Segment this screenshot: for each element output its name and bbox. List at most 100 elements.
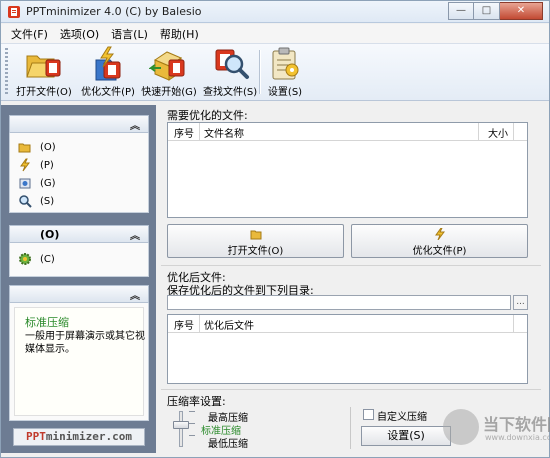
lightning-icon	[434, 228, 445, 240]
toolbar: 打开文件(O) 优化文件(P) 快速开始(G) 查找文件(S) 设置(S)	[1, 43, 549, 101]
find-magnifier-icon	[215, 49, 249, 79]
watermark-text: 当下软件园	[483, 415, 550, 434]
divider	[161, 265, 541, 266]
browse-folder-button[interactable]: ...	[513, 295, 528, 310]
menu-language[interactable]: 语言(L)	[111, 26, 148, 42]
sidebar-item-quickstart[interactable]: (G)	[18, 175, 56, 191]
open-file-button[interactable]: 打开文件(O)	[167, 224, 344, 258]
title-bar[interactable]: PPTminimizer 4.0 (C) by Balesio — □ ✕	[1, 1, 549, 23]
settings-tool-button[interactable]: 设置(S)	[265, 46, 305, 100]
logo-com: .com	[105, 430, 132, 443]
sidebar-item-label: (C)	[40, 253, 55, 265]
column-header-size[interactable]: 大小	[488, 125, 508, 140]
optimize-file-button-label: 优化文件(P)	[412, 246, 467, 257]
column-header-filename[interactable]: 文件名称	[204, 125, 244, 140]
options-section-header[interactable]: (O) ︽	[9, 225, 149, 243]
compression-label: 压缩率设置:	[167, 395, 226, 408]
logo-ppt: PPT	[26, 430, 46, 443]
menu-help[interactable]: 帮助(H)	[160, 26, 199, 42]
menu-options[interactable]: 选项(O)	[60, 26, 99, 42]
find-file-tool-button[interactable]: 查找文件(S)	[203, 46, 257, 100]
optimize-file-button[interactable]: 优化文件(P)	[351, 224, 528, 258]
actions-section-header[interactable]: ︽	[9, 115, 149, 133]
options-section-title: (O)	[40, 228, 60, 241]
sidebar-item-search[interactable]: (S)	[18, 193, 54, 209]
quick-start-icon	[19, 178, 31, 189]
open-folder-icon	[250, 230, 261, 240]
menu-bar: 文件(F) 选项(O) 语言(L) 帮助(H)	[1, 24, 549, 43]
close-button[interactable]: ✕	[500, 2, 543, 20]
list-header: 序号 文件名称 大小	[168, 123, 527, 141]
preset-description: 一般用于屏幕演示或其它视媒体显示。	[25, 331, 145, 355]
toolbar-grip[interactable]	[5, 48, 8, 96]
open-file-tool-button[interactable]: 打开文件(O)	[15, 46, 73, 100]
files-to-optimize-label: 需要优化的文件:	[167, 109, 248, 122]
sidebar-item-open[interactable]: (O)	[18, 139, 56, 155]
sidebar-item-compress[interactable]: (C)	[18, 251, 55, 267]
files-to-optimize-list[interactable]: 序号 文件名称 大小	[167, 122, 528, 218]
quick-start-tool-button[interactable]: 快速开始(G)	[141, 46, 197, 100]
quick-start-icon	[149, 51, 185, 81]
open-folder-icon	[18, 143, 31, 153]
column-divider[interactable]	[199, 123, 200, 141]
column-header-optimized-file[interactable]: 优化后文件	[204, 317, 254, 332]
settings-clipboard-icon	[272, 47, 299, 80]
custom-compression-checkbox[interactable]	[363, 409, 374, 420]
maximize-button[interactable]: □	[474, 2, 500, 20]
column-divider[interactable]	[513, 315, 514, 333]
optimized-files-list[interactable]: 序号 优化后文件	[167, 314, 528, 384]
collapse-chevron-icon[interactable]: ︽	[130, 227, 140, 242]
collapse-chevron-icon[interactable]: ︽	[130, 117, 140, 132]
level-lowest: 最低压缩	[208, 439, 248, 450]
list-header: 序号 优化后文件	[168, 315, 527, 333]
compression-slider-thumb[interactable]	[173, 421, 189, 429]
app-icon	[8, 6, 20, 18]
open-file-tool-label: 打开文件(O)	[16, 87, 72, 98]
sidebar-item-label: (P)	[40, 159, 54, 171]
column-header-index[interactable]: 序号	[174, 317, 194, 332]
sidebar-item-label: (G)	[40, 177, 56, 189]
task-sidebar: ︽ (O) (P) (G) (S) (O) ︽ (C) ︽ 标准压缩 一般用于屏…	[1, 105, 156, 453]
gear-icon	[19, 253, 31, 265]
custom-compression-label: 自定义压缩	[377, 412, 427, 423]
lightning-icon	[20, 158, 30, 172]
window-controls: — □ ✕	[448, 2, 543, 20]
watermark-url: www.downxia.com	[485, 433, 550, 442]
optimize-file-tool-label: 优化文件(P)	[81, 87, 135, 98]
minimize-button[interactable]: —	[448, 2, 474, 20]
find-file-tool-label: 查找文件(S)	[203, 87, 258, 98]
output-folder-field[interactable]	[167, 295, 511, 310]
app-window: PPTminimizer 4.0 (C) by Balesio — □ ✕ 文件…	[0, 0, 550, 458]
menu-file[interactable]: 文件(F)	[11, 26, 48, 42]
sidebar-item-optimize[interactable]: (P)	[18, 157, 54, 173]
compression-slider-track[interactable]	[179, 411, 183, 447]
column-header-index[interactable]: 序号	[174, 125, 194, 140]
optimize-file-tool-button[interactable]: 优化文件(P)	[79, 46, 137, 100]
watermark: 当下软件园 www.downxia.com	[443, 405, 550, 449]
options-section-body: (C)	[9, 243, 149, 277]
logo-minimizer: minimizer	[45, 430, 106, 443]
preset-section-body: 标准压缩 一般用于屏幕演示或其它视媒体显示。	[9, 303, 149, 421]
preset-section-header[interactable]: ︽	[9, 285, 149, 303]
optimize-bolt-icon	[95, 46, 121, 81]
column-divider[interactable]	[478, 123, 479, 141]
search-icon	[19, 195, 32, 208]
compression-settings-button[interactable]: 设置(S)	[361, 426, 451, 446]
collapse-chevron-icon[interactable]: ︽	[130, 287, 140, 302]
column-divider[interactable]	[199, 315, 200, 333]
quick-start-tool-label: 快速开始(G)	[141, 87, 197, 98]
watermark-logo-icon	[443, 409, 479, 445]
divider	[161, 389, 541, 390]
actions-section-body: (O) (P) (G) (S)	[9, 133, 149, 213]
brand-logo: PPTminimizer.com	[13, 428, 145, 446]
preset-title: 标准压缩	[25, 316, 69, 329]
preset-info-box: 标准压缩 一般用于屏幕演示或其它视媒体显示。	[14, 307, 145, 416]
settings-tool-label: 设置(S)	[267, 87, 303, 98]
column-divider[interactable]	[513, 123, 514, 141]
open-folder-icon	[26, 55, 61, 78]
open-file-button-label: 打开文件(O)	[227, 246, 284, 257]
sidebar-item-label: (S)	[40, 195, 55, 207]
window-title: PPTminimizer 4.0 (C) by Balesio	[26, 5, 202, 18]
sidebar-item-label: (O)	[40, 141, 56, 153]
toolbar-separator	[259, 50, 261, 94]
